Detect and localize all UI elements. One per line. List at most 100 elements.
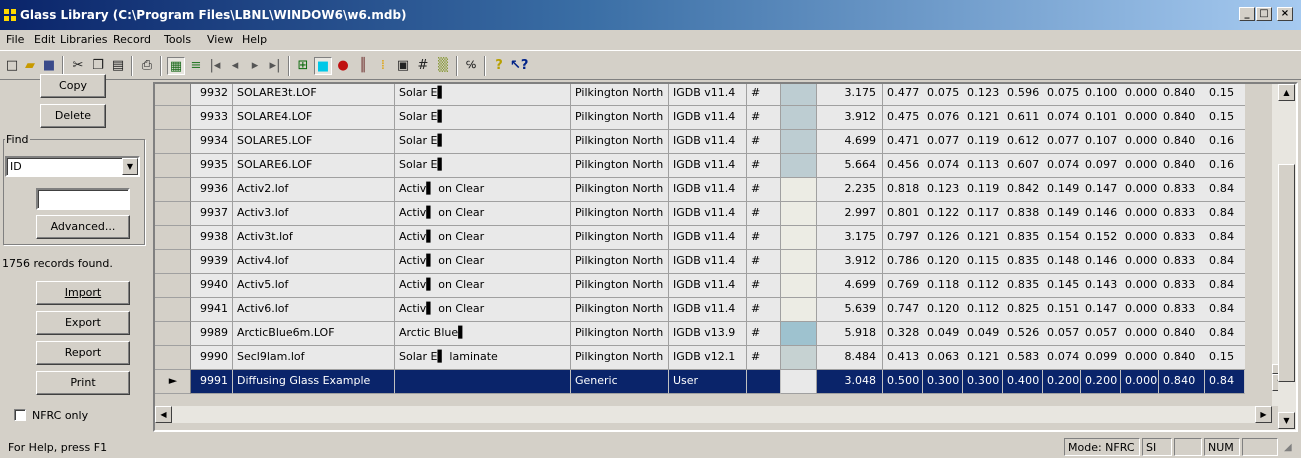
cell-value[interactable]: 0.833	[1159, 178, 1205, 202]
cell-value[interactable]: 0.057	[1043, 322, 1081, 346]
row-selector[interactable]	[155, 322, 191, 346]
cell-thick[interactable]: 4.699	[817, 274, 883, 298]
cell-source[interactable]: IGDB v11.4	[669, 130, 747, 154]
advanced-button[interactable]: Advanced...	[36, 215, 130, 239]
cell-value[interactable]: 0.148	[1043, 250, 1081, 274]
cell-flag[interactable]: #	[747, 130, 781, 154]
layout-icon[interactable]: ⊞	[294, 57, 312, 75]
cell-value[interactable]: 0.120	[923, 250, 963, 274]
outer-vertical-scrollbar[interactable]: ▲ ▼	[1278, 84, 1296, 430]
cell-value[interactable]: 0.077	[923, 130, 963, 154]
cell-product[interactable]: Activ▌ on Clear	[395, 298, 571, 322]
cell-flag[interactable]: #	[747, 274, 781, 298]
copy-icon[interactable]: ❐	[89, 57, 107, 75]
menu-record[interactable]: Record	[113, 33, 151, 46]
cell-mfr[interactable]: Pilkington North	[571, 154, 669, 178]
row-selector[interactable]	[155, 84, 191, 106]
cell-mfr[interactable]: Generic	[571, 370, 669, 394]
row-selector[interactable]	[155, 202, 191, 226]
cell-source[interactable]: IGDB v11.4	[669, 274, 747, 298]
cell-thick[interactable]: 3.175	[817, 226, 883, 250]
cell-value[interactable]: 0.842	[1003, 178, 1043, 202]
cell-name[interactable]: SOLARE4.LOF	[233, 106, 395, 130]
cell-value[interactable]: 0.147	[1081, 298, 1121, 322]
cell-mfr[interactable]: Pilkington North	[571, 130, 669, 154]
cell-source[interactable]: IGDB v11.4	[669, 202, 747, 226]
cell-source[interactable]: IGDB v12.1	[669, 346, 747, 370]
cell-value[interactable]: 0.112	[963, 274, 1003, 298]
checkbox-box[interactable]	[14, 409, 26, 421]
hash-icon[interactable]: #	[414, 57, 432, 75]
cell-value[interactable]: 0.000	[1121, 84, 1159, 106]
cell-value[interactable]: 0.121	[963, 106, 1003, 130]
cell-value[interactable]: 0.000	[1121, 346, 1159, 370]
cell-value[interactable]: 0.147	[1081, 178, 1121, 202]
cell-product[interactable]: Activ▌ on Clear	[395, 202, 571, 226]
cell-product[interactable]: Activ▌ on Clear	[395, 226, 571, 250]
cell-value[interactable]: 0.112	[963, 298, 1003, 322]
cell-value[interactable]: 0.151	[1043, 298, 1081, 322]
find-input[interactable]	[36, 188, 130, 210]
cell-value[interactable]: 0.835	[1003, 226, 1043, 250]
cell-name[interactable]: Activ6.lof	[233, 298, 395, 322]
cell-value[interactable]: 0.840	[1159, 154, 1205, 178]
cell-name[interactable]: Secl9lam.lof	[233, 346, 395, 370]
cell-value[interactable]: 0.107	[1081, 130, 1121, 154]
cell-thick[interactable]: 2.235	[817, 178, 883, 202]
cell-value[interactable]: 0.000	[1121, 202, 1159, 226]
cell-name[interactable]: Activ4.lof	[233, 250, 395, 274]
paste-icon[interactable]: ▤	[109, 57, 127, 75]
cell-value[interactable]: 0.121	[963, 226, 1003, 250]
cell-flag[interactable]: #	[747, 202, 781, 226]
cell-value[interactable]: 0.143	[1081, 274, 1121, 298]
cell-product[interactable]: Activ▌ on Clear	[395, 250, 571, 274]
cell-value[interactable]: 0.611	[1003, 106, 1043, 130]
grid-view-icon[interactable]: ▦	[167, 57, 185, 75]
list-view-icon[interactable]: ≡	[187, 57, 205, 75]
cell-value[interactable]: 0.075	[923, 84, 963, 106]
cell-mfr[interactable]: Pilkington North	[571, 202, 669, 226]
scroll-right-icon[interactable]: ▶	[1255, 406, 1272, 423]
outer-scroll-thumb[interactable]	[1278, 164, 1295, 382]
cell-flag[interactable]: #	[747, 322, 781, 346]
resize-grip-icon[interactable]: ◢	[1284, 442, 1292, 453]
cell-value[interactable]: 0.100	[1081, 84, 1121, 106]
row-selector[interactable]	[155, 346, 191, 370]
cell-value[interactable]: 0.583	[1003, 346, 1043, 370]
cell-value[interactable]: 0.456	[883, 154, 923, 178]
new-icon[interactable]: □	[3, 57, 21, 75]
cell-value[interactable]: 0.117	[963, 202, 1003, 226]
cell-flag[interactable]: #	[747, 250, 781, 274]
cell-mfr[interactable]: Pilkington North	[571, 298, 669, 322]
cell-flag[interactable]: #	[747, 84, 781, 106]
cell-source[interactable]: IGDB v11.4	[669, 84, 747, 106]
cell-value[interactable]: 0.471	[883, 130, 923, 154]
cell-value[interactable]: 0.838	[1003, 202, 1043, 226]
cell-id[interactable]: 9939	[191, 250, 233, 274]
cell-value[interactable]: 0.835	[1003, 250, 1043, 274]
cell-value[interactable]: 0.84	[1205, 250, 1245, 274]
scroll-left-icon[interactable]: ◀	[155, 406, 172, 423]
menu-tools[interactable]: Tools	[164, 33, 191, 46]
cell-value[interactable]: 0.119	[963, 178, 1003, 202]
row-selector[interactable]	[155, 130, 191, 154]
cell-value[interactable]: 0.115	[963, 250, 1003, 274]
cell-value[interactable]: 0.84	[1205, 322, 1245, 346]
cell-value[interactable]: 0.063	[923, 346, 963, 370]
cell-value[interactable]: 0.840	[1159, 130, 1205, 154]
cell-value[interactable]: 0.16	[1205, 130, 1245, 154]
cell-source[interactable]: IGDB v11.4	[669, 106, 747, 130]
table-row[interactable]: 9939 Activ4.lof Activ▌ on Clear Pilkington …	[155, 250, 1258, 274]
close-button[interactable]: ×	[1277, 7, 1293, 21]
cell-mfr[interactable]: Pilkington North	[571, 274, 669, 298]
cell-mfr[interactable]: Pilkington North	[571, 178, 669, 202]
table-row[interactable]: 9941 Activ6.lof Activ▌ on Clear Pilkington …	[155, 298, 1258, 322]
cell-value[interactable]: 0.074	[923, 154, 963, 178]
cell-product[interactable]: Solar E▌	[395, 106, 571, 130]
cell-value[interactable]: 0.113	[963, 154, 1003, 178]
cell-id[interactable]: 9938	[191, 226, 233, 250]
cell-name[interactable]: Diffusing Glass Example	[233, 370, 395, 394]
cell-value[interactable]: 0.840	[1159, 106, 1205, 130]
cell-value[interactable]: 0.612	[1003, 130, 1043, 154]
cell-value[interactable]: 0.123	[923, 178, 963, 202]
